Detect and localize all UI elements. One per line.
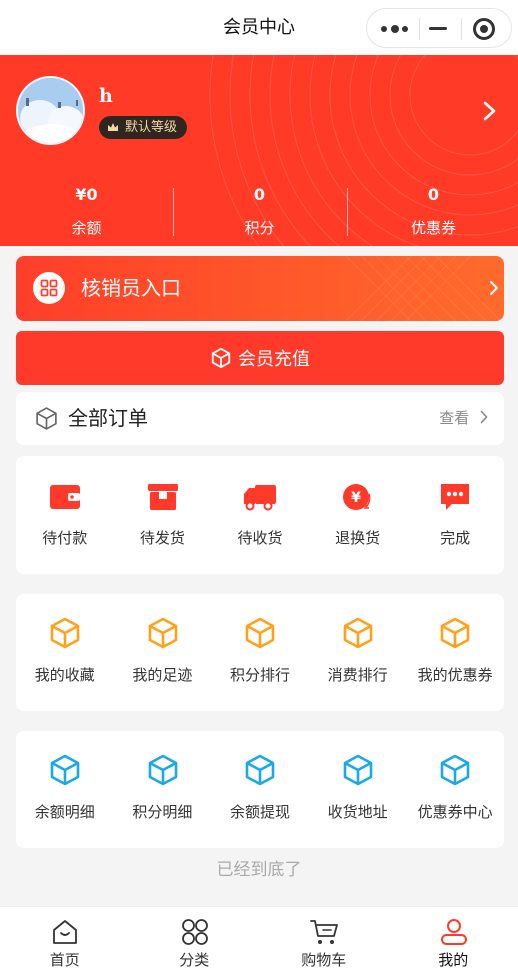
chat-icon (441, 484, 470, 510)
tab-mine[interactable]: 我的 (389, 907, 518, 975)
crown-icon (108, 123, 118, 131)
pending-payment-label: 待付款 (42, 529, 88, 547)
services-grid-2: 余额明细 积分明细 余额提现 收货地址 优惠券中心 (16, 731, 504, 848)
cube-icon (441, 754, 470, 786)
chevron-right-icon[interactable] (482, 100, 498, 122)
more-icon[interactable] (381, 22, 411, 36)
profile-header: h 默认等级 ¥0 余额 0 积分 0 优惠券 (0, 55, 518, 246)
navigation-bar: 会员中心 (0, 0, 518, 55)
chevron-right-icon (490, 281, 498, 295)
returns-item[interactable]: ¥ 退换货 (309, 456, 407, 574)
cube-icon (245, 617, 275, 649)
tab-home-label: 首页 (49, 951, 80, 969)
tab-category[interactable]: 分类 (130, 907, 260, 975)
service-item[interactable]: 积分明细 (114, 731, 212, 848)
verifier-entrance-button[interactable]: 核销员入口 (16, 256, 504, 321)
services-grid-1: 我的收藏 我的足迹 积分排行 消费排行 我的优惠券 (16, 594, 504, 711)
cube-icon (148, 754, 177, 786)
cart-icon (310, 920, 338, 944)
username: h (99, 85, 113, 107)
member-recharge-label: 会员充值 (238, 349, 310, 370)
service-item[interactable]: 消费排行 (309, 594, 407, 711)
tab-category-label: 分类 (179, 951, 210, 969)
member-recharge-button[interactable]: 会员充值 (16, 331, 504, 385)
cube-icon (211, 347, 231, 369)
category-icon (181, 919, 208, 945)
service-item[interactable]: 优惠券中心 (406, 731, 504, 848)
box-icon (36, 407, 57, 430)
pending-shipment-label: 待发货 (139, 529, 185, 547)
service-item[interactable]: 我的优惠券 (406, 594, 504, 711)
grid-icon (33, 272, 65, 304)
service-item-label: 收货地址 (327, 803, 388, 821)
service-item-label: 我的收藏 (34, 666, 95, 684)
svg-text:¥: ¥ (351, 490, 361, 506)
tab-mine-label: 我的 (438, 951, 469, 969)
home-icon (53, 920, 77, 944)
service-item[interactable]: 积分排行 (211, 594, 309, 711)
pending-receipt-item[interactable]: 待收货 (211, 456, 309, 574)
cube-icon (50, 754, 80, 786)
cube-icon (245, 754, 275, 786)
mini-program-capsule (366, 8, 512, 48)
service-item-label: 积分明细 (132, 803, 193, 821)
completed-item[interactable]: 完成 (406, 456, 504, 574)
tab-home[interactable]: 首页 (0, 907, 130, 975)
end-of-list-text: 已经到底了 (216, 860, 302, 880)
service-item-label: 余额提现 (229, 803, 290, 821)
pending-shipment-item[interactable]: 待发货 (114, 456, 212, 574)
member-level-badge: 默认等级 (99, 116, 188, 139)
cube-icon (441, 617, 470, 649)
capsule-divider (419, 18, 420, 40)
returns-label: 退换货 (335, 529, 381, 547)
completed-label: 完成 (440, 529, 471, 547)
points-value: 0 (253, 185, 266, 204)
service-item[interactable]: 我的足迹 (114, 594, 212, 711)
avatar[interactable] (16, 76, 85, 145)
points-stat[interactable]: 0 积分 (173, 183, 346, 238)
close-target-icon[interactable] (473, 18, 495, 40)
pending-receipt-label: 待收货 (237, 529, 283, 547)
service-item-label: 消费排行 (327, 666, 388, 684)
all-orders-title: 全部订单 (68, 406, 148, 430)
pending-payment-item[interactable]: 待付款 (16, 456, 114, 574)
order-status-grid: 待付款 待发货 待收货 ¥ 退换货 完成 (16, 456, 504, 574)
cube-icon (343, 754, 373, 786)
minimize-icon[interactable] (429, 27, 447, 30)
cube-icon (343, 617, 373, 649)
balance-value: ¥0 (75, 185, 98, 204)
coupons-value: 0 (427, 185, 440, 204)
view-label: 查看 (439, 409, 470, 427)
tab-cart[interactable]: 购物车 (259, 907, 389, 975)
wallet-icon (50, 485, 80, 509)
service-item[interactable]: 余额明细 (16, 731, 114, 848)
service-item[interactable]: 我的收藏 (16, 594, 114, 711)
all-orders-header[interactable]: 全部订单 查看 (16, 392, 504, 445)
capsule-divider (461, 18, 462, 40)
service-item-label: 我的足迹 (132, 666, 193, 684)
coupons-label: 优惠券 (410, 219, 456, 237)
points-label: 积分 (244, 219, 275, 237)
cube-icon (50, 617, 80, 649)
user-icon (440, 919, 467, 945)
balance-label: 余额 (71, 219, 102, 237)
service-item[interactable]: 余额提现 (211, 731, 309, 848)
package-icon (147, 484, 178, 510)
coupons-stat[interactable]: 0 优惠券 (347, 183, 518, 238)
view-all-orders-link[interactable]: 查看 (439, 392, 488, 445)
service-item-label: 我的优惠券 (417, 666, 493, 684)
cube-icon (148, 617, 177, 649)
truck-icon (244, 485, 277, 511)
chevron-right-icon (480, 410, 488, 424)
refund-icon: ¥ (342, 484, 371, 510)
member-level-label: 默认等级 (125, 120, 178, 135)
tab-cart-label: 购物车 (301, 951, 347, 969)
service-item-label: 余额明细 (34, 803, 95, 821)
balance-stat[interactable]: ¥0 余额 (0, 183, 173, 238)
service-item-label: 优惠券中心 (417, 803, 493, 821)
verifier-entrance-label: 核销员入口 (81, 276, 181, 300)
tab-bar: 首页 分类 购物车 我的 (0, 906, 518, 975)
service-item[interactable]: 收货地址 (309, 731, 407, 848)
service-item-label: 积分排行 (229, 666, 290, 684)
